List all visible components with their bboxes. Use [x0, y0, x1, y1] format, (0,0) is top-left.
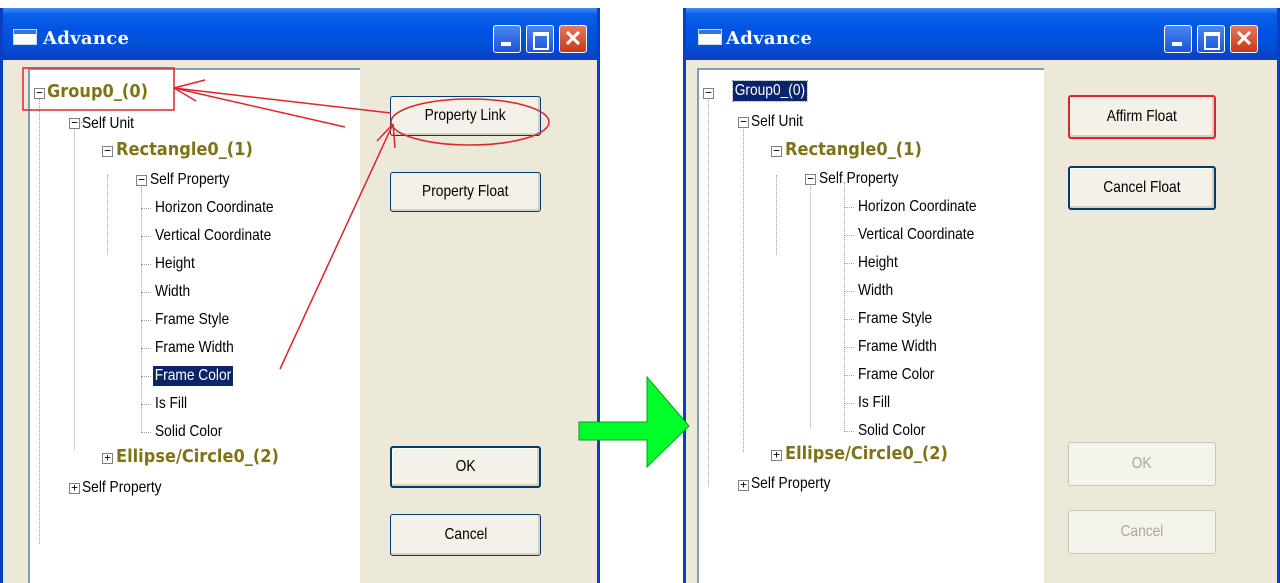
window-icon: [13, 29, 37, 45]
tree-node-ellipse[interactable]: Ellipse/Circle0_(2): [116, 447, 279, 467]
tree-line: [776, 175, 777, 255]
tree-line: [141, 348, 151, 349]
tree-node-self-unit[interactable]: Self Unit: [751, 112, 803, 132]
maximize-icon[interactable]: [526, 25, 554, 53]
tree-line: [810, 182, 811, 427]
tree-leaf-property[interactable]: Width: [858, 281, 893, 301]
advance-dialog-left: Advance ✕ − Group0_(0) − Self Unit − Rec…: [0, 8, 600, 583]
window-icon: [698, 29, 722, 45]
collapse-icon[interactable]: −: [771, 145, 782, 157]
collapse-icon[interactable]: −: [136, 174, 147, 186]
tree-node-self-property[interactable]: Self Property: [150, 170, 230, 190]
tree-leaf-property[interactable]: Width: [155, 282, 190, 302]
tree-node-group[interactable]: Group0_(0): [47, 82, 148, 102]
cancel-float-button[interactable]: Cancel Float: [1068, 166, 1216, 210]
collapse-icon[interactable]: −: [34, 87, 45, 99]
tree-node-group-selected[interactable]: Group0_(0): [732, 80, 808, 102]
tree-leaf-property[interactable]: Frame Width: [155, 338, 234, 358]
tree-line: [844, 347, 854, 348]
window-title: Advance: [43, 28, 130, 49]
collapse-icon[interactable]: −: [703, 87, 714, 99]
tree-line: [141, 376, 151, 377]
tree-line: [141, 236, 151, 237]
tree-line: [141, 432, 151, 433]
minimize-icon[interactable]: [493, 25, 521, 53]
tree-line: [141, 264, 151, 265]
tree-line: [74, 120, 75, 450]
advance-dialog-right: Advance ✕ − Group0_(0) − Self Unit − Rec…: [683, 8, 1280, 583]
expand-icon[interactable]: +: [738, 479, 749, 491]
tree-leaf-property[interactable]: Solid Color: [155, 422, 222, 442]
tree-line: [844, 207, 854, 208]
expand-icon[interactable]: +: [69, 482, 80, 494]
tree-node-self-property-root[interactable]: Self Property: [82, 478, 162, 498]
cancel-button-disabled[interactable]: Cancel: [1068, 510, 1216, 554]
tree-node-self-property-root[interactable]: Self Property: [751, 474, 831, 494]
tree-node-rectangle[interactable]: Rectangle0_(1): [116, 140, 253, 160]
tree-line: [708, 92, 709, 487]
tree-leaf-property[interactable]: Vertical Coordinate: [858, 225, 974, 245]
tree-leaf-property[interactable]: Horizon Coordinate: [155, 198, 274, 218]
tree-leaf-property[interactable]: Frame Style: [155, 310, 229, 330]
property-link-button[interactable]: Property Link: [390, 96, 541, 136]
tree-line: [141, 292, 151, 293]
property-tree[interactable]: − Group0_(0) − Self Unit − Rectangle0_(1…: [697, 68, 1044, 583]
maximize-icon[interactable]: [1197, 25, 1225, 53]
tree-line: [107, 175, 108, 255]
tree-line: [844, 182, 845, 430]
tree-line: [844, 431, 854, 432]
tree-line: [141, 404, 151, 405]
cancel-button[interactable]: Cancel: [390, 514, 541, 556]
tree-leaf-property[interactable]: Solid Color: [858, 421, 925, 441]
tree-node-rectangle[interactable]: Rectangle0_(1): [785, 140, 922, 160]
expand-icon[interactable]: +: [102, 452, 113, 464]
tree-line: [844, 319, 854, 320]
tree-line: [844, 263, 854, 264]
affirm-float-button[interactable]: Affirm Float: [1068, 95, 1216, 139]
close-icon[interactable]: ✕: [1230, 25, 1258, 53]
tree-line: [141, 320, 151, 321]
tree-node-ellipse[interactable]: Ellipse/Circle0_(2): [785, 444, 948, 464]
tree-leaf-property[interactable]: Frame Color: [858, 365, 934, 385]
tree-line: [844, 403, 854, 404]
window-title: Advance: [726, 28, 813, 49]
collapse-icon[interactable]: −: [805, 173, 816, 185]
close-icon[interactable]: ✕: [559, 25, 587, 53]
tree-leaf-property[interactable]: Frame Style: [858, 309, 932, 329]
tree-line: [743, 120, 744, 452]
tree-leaf-property[interactable]: Is Fill: [858, 393, 890, 413]
title-bar[interactable]: Advance ✕: [686, 8, 1277, 60]
collapse-icon[interactable]: −: [102, 145, 113, 157]
tree-line: [39, 92, 40, 544]
tree-line: [141, 182, 142, 432]
tree-line: [844, 375, 854, 376]
tree-line: [141, 208, 151, 209]
tree-line: [844, 235, 854, 236]
property-tree[interactable]: − Group0_(0) − Self Unit − Rectangle0_(1…: [28, 68, 360, 583]
ok-button[interactable]: OK: [390, 446, 541, 488]
tree-leaf-property[interactable]: Vertical Coordinate: [155, 226, 271, 246]
collapse-icon[interactable]: −: [69, 117, 80, 129]
tree-leaf-property-selected[interactable]: Frame Color: [153, 366, 233, 386]
minimize-icon[interactable]: [1164, 25, 1192, 53]
tree-leaf-property[interactable]: Horizon Coordinate: [858, 197, 977, 217]
title-bar[interactable]: Advance ✕: [3, 8, 597, 60]
property-float-button[interactable]: Property Float: [390, 172, 541, 212]
tree-node-self-unit[interactable]: Self Unit: [82, 114, 134, 134]
collapse-icon[interactable]: −: [738, 116, 749, 128]
tree-leaf-property[interactable]: Frame Width: [858, 337, 937, 357]
tree-node-self-property[interactable]: Self Property: [819, 169, 899, 189]
tree-leaf-property[interactable]: Height: [858, 253, 898, 273]
tree-leaf-property[interactable]: Height: [155, 254, 195, 274]
tree-line: [844, 291, 854, 292]
ok-button-disabled[interactable]: OK: [1068, 442, 1216, 486]
expand-icon[interactable]: +: [771, 449, 782, 461]
tree-leaf-property[interactable]: Is Fill: [155, 394, 187, 414]
